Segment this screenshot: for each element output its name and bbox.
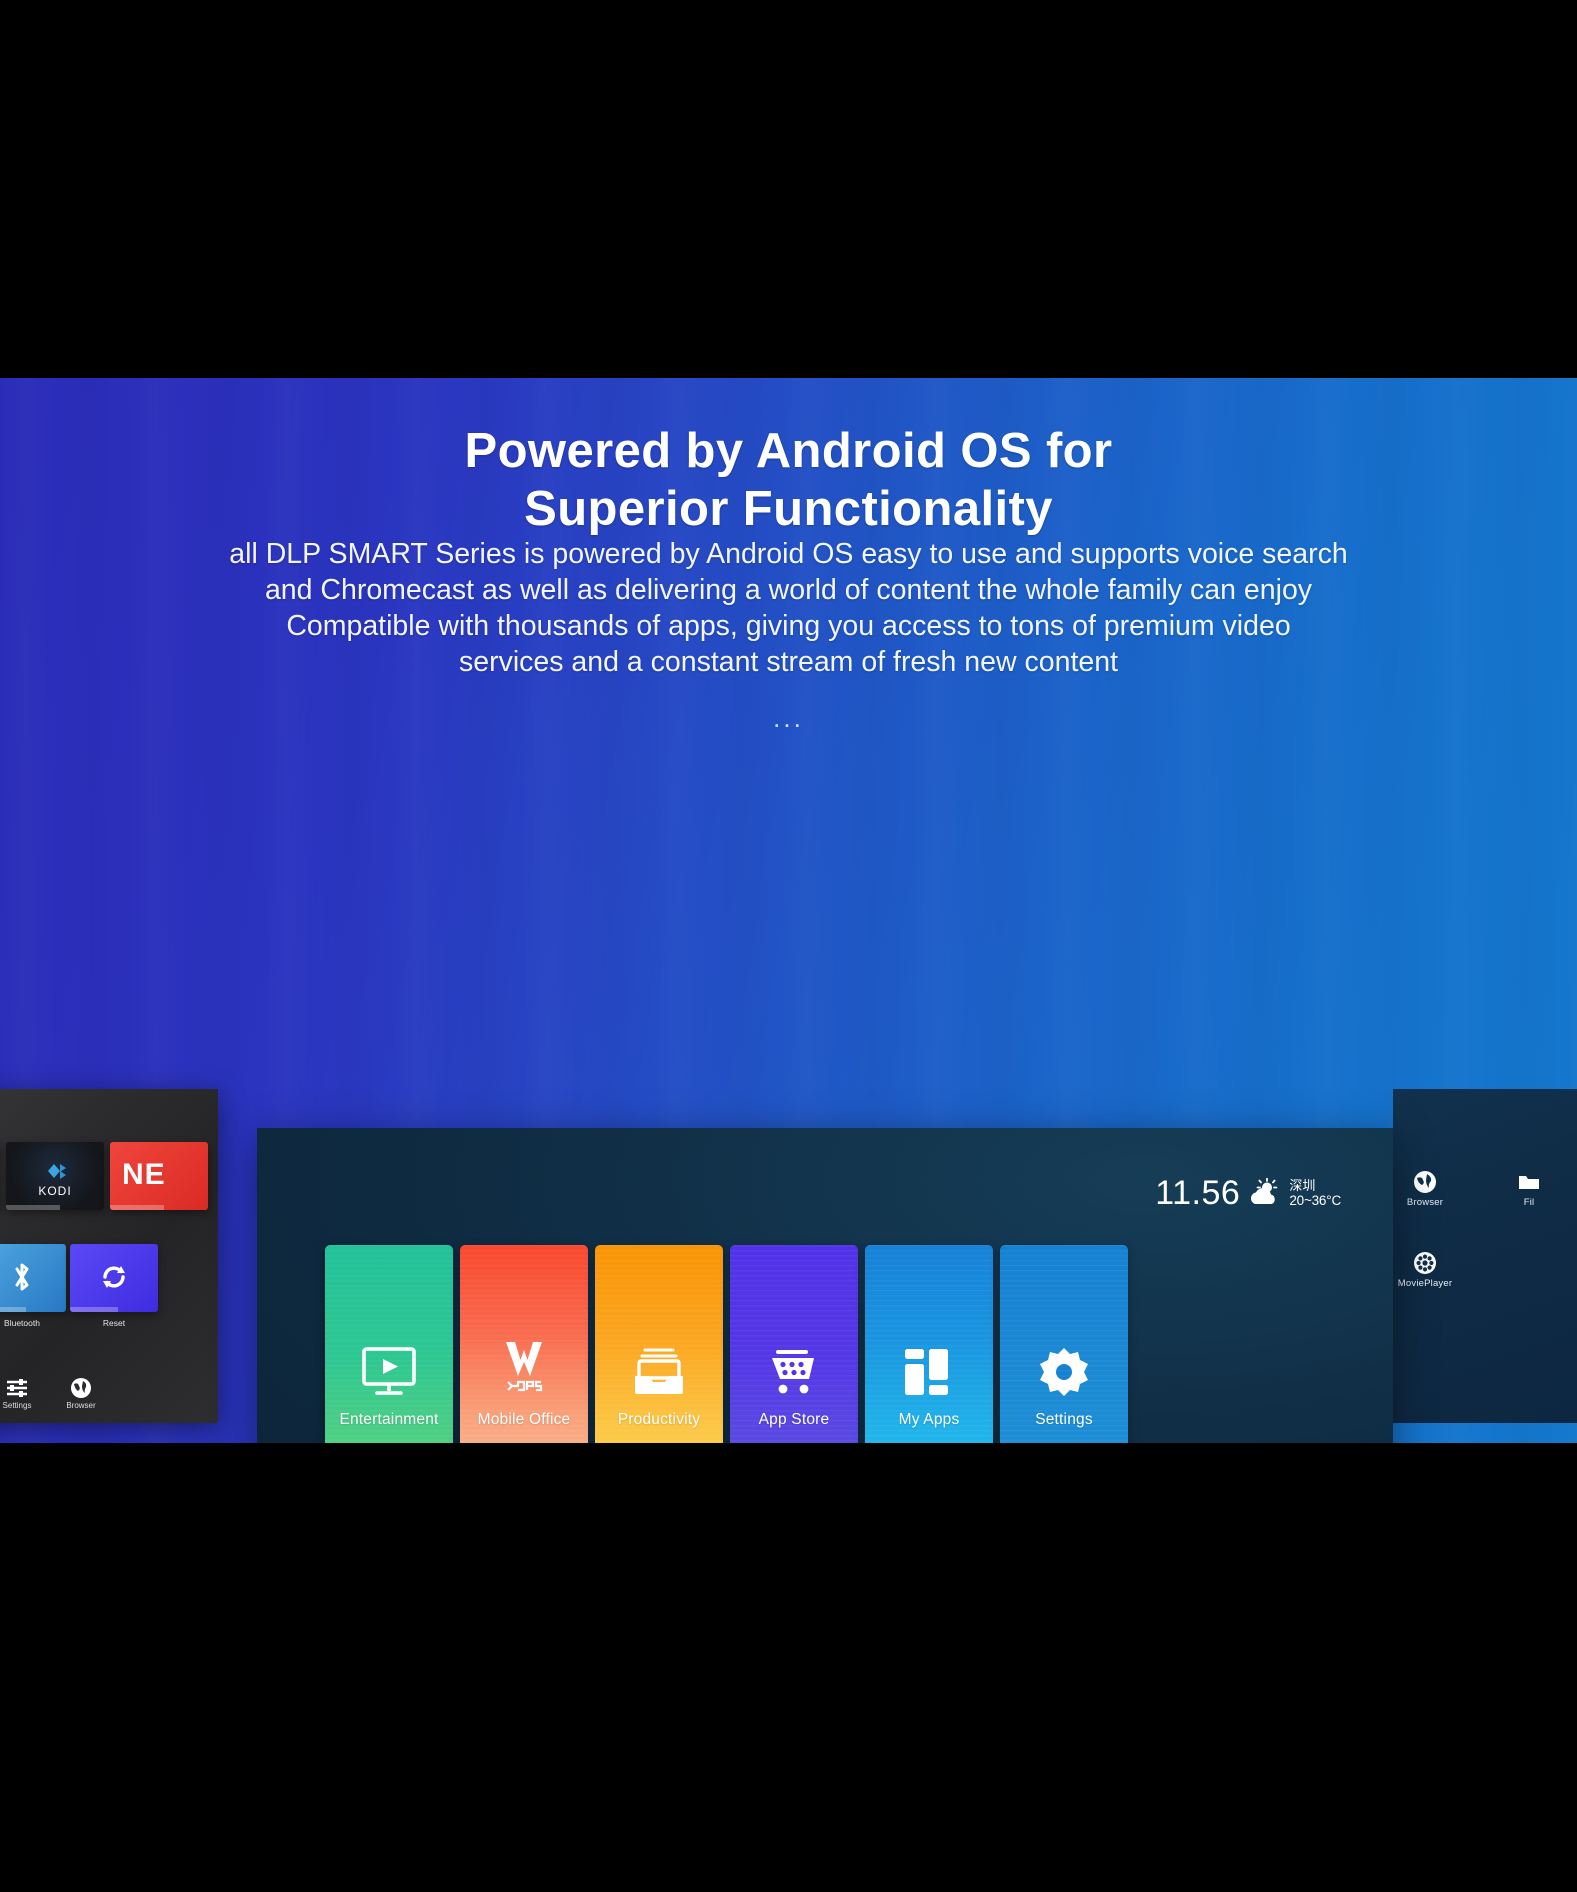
- left-shortcut-browser[interactable]: Browser: [48, 1377, 114, 1410]
- right-icon-file-manager[interactable]: Fil: [1481, 1170, 1577, 1208]
- tile-productivity[interactable]: Productivity: [595, 1245, 723, 1443]
- wps-logo-icon: [460, 1337, 588, 1395]
- sliders-icon: [0, 1377, 50, 1399]
- gear-icon: [1000, 1343, 1128, 1401]
- paragraph-line-1: all DLP SMART Series is powered by Andro…: [229, 538, 1348, 570]
- left-toggle-bluetooth[interactable]: [0, 1244, 66, 1312]
- paragraph-line-3: Compatible with thousands of apps, givin…: [286, 610, 1291, 642]
- tv-launcher-screen: 11.56 深圳 20~36°C Entertainment Mobile Of…: [257, 1128, 1393, 1443]
- left-app-netflix[interactable]: NE: [110, 1142, 208, 1210]
- clock-display: 11.56: [1155, 1174, 1241, 1212]
- sun-behind-cloud-icon: [1246, 1178, 1282, 1208]
- tile-entertainment[interactable]: Entertainment: [325, 1245, 453, 1443]
- left-app-label: KODI: [38, 1184, 72, 1198]
- tile-my-apps[interactable]: My Apps: [865, 1245, 993, 1443]
- tile-mobile-office[interactable]: Mobile Office: [460, 1245, 588, 1443]
- globe-icon: [48, 1377, 114, 1399]
- left-shortcut-label: Browser: [66, 1401, 96, 1410]
- tile-progress-bar: [0, 1307, 27, 1312]
- paragraph-line-4: services and a constant stream of fresh …: [458, 646, 1118, 678]
- left-shortcut-settings[interactable]: Settings: [0, 1377, 50, 1410]
- promo-paragraph: all DLP SMART Series is powered by Andro…: [169, 536, 1409, 680]
- left-shortcut-label: Settings: [2, 1401, 32, 1410]
- headline-line-2: Superior Functionality: [524, 482, 1053, 536]
- left-toggle-reset[interactable]: [70, 1244, 158, 1312]
- right-icon-movieplayer[interactable]: MoviePlayer: [1393, 1251, 1473, 1289]
- tile-label: My Apps: [898, 1411, 960, 1428]
- tile-progress-bar: [70, 1307, 119, 1312]
- screenshot-root: Powered by Android OS for Superior Funct…: [0, 0, 1577, 1892]
- left-toggle-label: Reset: [102, 1318, 126, 1328]
- tile-label: Settings: [1035, 1411, 1093, 1428]
- right-icon-label: Fil: [1523, 1197, 1535, 1208]
- weather-city: 深圳: [1289, 1178, 1316, 1193]
- tile-progress-bar: [110, 1205, 164, 1210]
- right-icon-label: Browser: [1406, 1197, 1444, 1208]
- kodi-icon: [40, 1158, 70, 1184]
- left-app-kodi[interactable]: KODI: [6, 1142, 104, 1210]
- app-grid-icon: [865, 1343, 993, 1401]
- film-reel-icon: [1393, 1251, 1473, 1275]
- tile-label: Mobile Office: [477, 1411, 571, 1428]
- netflix-icon: NE: [122, 1158, 166, 1191]
- background-desktop-right: Browser Fil MoviePlayer: [1393, 1089, 1577, 1423]
- headline-line-1: Powered by Android OS for: [464, 424, 1113, 478]
- right-icon-browser[interactable]: Browser: [1393, 1170, 1473, 1208]
- weather-info: 深圳 20~36°C: [1288, 1178, 1341, 1208]
- ellipsis-indicator: ...: [773, 703, 804, 733]
- left-toggle-label: Bluetooth: [4, 1318, 40, 1328]
- refresh-icon: [99, 1262, 129, 1292]
- bluetooth-icon: [10, 1261, 34, 1293]
- tile-app-store[interactable]: App Store: [730, 1245, 858, 1443]
- shopping-cart-icon: [730, 1343, 858, 1401]
- folder-icon: [1481, 1170, 1577, 1194]
- status-bar: 11.56 深圳 20~36°C: [1155, 1176, 1341, 1210]
- tile-label: App Store: [758, 1411, 830, 1428]
- tile-label: Productivity: [617, 1411, 701, 1428]
- promo-banner: Powered by Android OS for Superior Funct…: [0, 378, 1577, 1443]
- right-icon-label: MoviePlayer: [1397, 1278, 1453, 1289]
- paragraph-line-2: and Chromecast as well as delivering a w…: [264, 574, 1313, 606]
- page-title: Powered by Android OS for Superior Funct…: [0, 422, 1577, 538]
- tv-play-icon: [325, 1343, 453, 1401]
- tile-label: Entertainment: [339, 1411, 439, 1428]
- weather-temperature: 20~36°C: [1289, 1193, 1341, 1208]
- tile-settings[interactable]: Settings: [1000, 1245, 1128, 1443]
- app-tile-row: Entertainment Mobile Office Productivity…: [325, 1245, 1128, 1443]
- globe-icon: [1393, 1170, 1473, 1194]
- file-tray-icon: [595, 1343, 723, 1401]
- background-launcher-left: 应用 YouTube: [0, 1089, 218, 1423]
- tile-progress-bar: [6, 1205, 60, 1210]
